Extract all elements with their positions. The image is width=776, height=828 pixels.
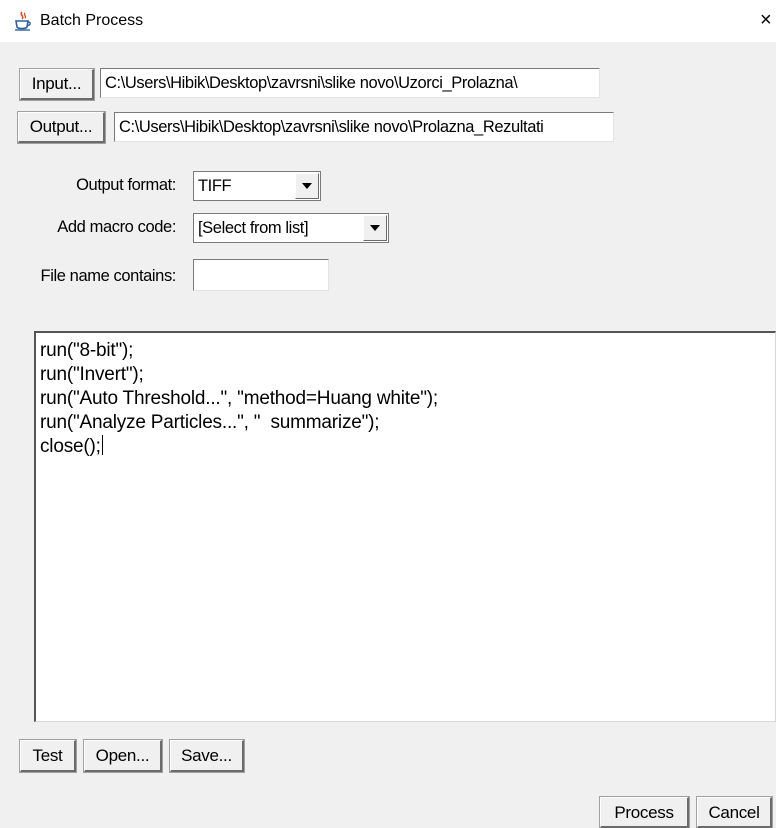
- code-line: run("Invert");: [40, 364, 144, 385]
- output-format-label: Output format:: [76, 176, 176, 194]
- cancel-button[interactable]: Cancel: [696, 796, 773, 828]
- macro-code-value: [Select from list]: [198, 219, 309, 237]
- save-button[interactable]: Save...: [169, 739, 245, 773]
- open-button[interactable]: Open...: [83, 739, 163, 773]
- code-line: run("Auto Threshold...", "method=Huang w…: [40, 388, 438, 409]
- macro-code-label: Add macro code:: [57, 218, 176, 236]
- macro-code-editor[interactable]: run("8-bit"); run("Invert"); run("Auto T…: [34, 331, 776, 722]
- code-line-last: close();: [40, 435, 775, 459]
- input-button[interactable]: Input...: [19, 68, 95, 101]
- text-caret: [101, 435, 103, 455]
- output-format-select[interactable]: TIFF: [193, 171, 321, 201]
- output-format-value: TIFF: [198, 177, 232, 195]
- code-line: run("Analyze Particles...", " summarize"…: [40, 412, 380, 433]
- java-cup-icon: [15, 11, 31, 31]
- input-path-field[interactable]: C:\Users\Hibik\Desktop\zavrsni\slike nov…: [100, 68, 600, 98]
- output-path-field[interactable]: C:\Users\Hibik\Desktop\zavrsni\slike nov…: [114, 112, 614, 142]
- output-button[interactable]: Output...: [17, 111, 106, 144]
- macro-code-select[interactable]: [Select from list]: [193, 213, 389, 243]
- test-button[interactable]: Test: [19, 739, 77, 773]
- file-name-contains-input[interactable]: [193, 259, 329, 291]
- code-line: close();: [40, 436, 101, 457]
- window-title: Batch Process: [40, 12, 144, 29]
- chevron-down-icon[interactable]: [295, 173, 319, 199]
- close-icon[interactable]: ×: [760, 9, 776, 31]
- file-name-contains-label: File name contains:: [40, 267, 177, 285]
- process-button[interactable]: Process: [599, 796, 690, 828]
- chevron-down-icon[interactable]: [363, 215, 387, 241]
- code-line: run("8-bit");: [40, 340, 134, 361]
- title-bar: Batch Process ×: [0, 0, 776, 42]
